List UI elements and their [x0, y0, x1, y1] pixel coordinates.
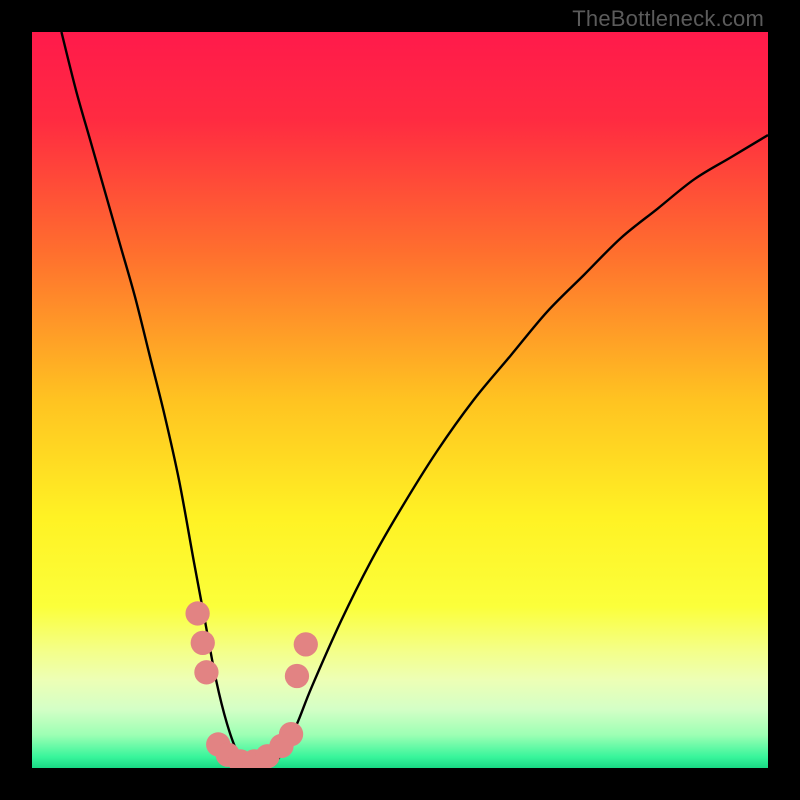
chart-svg: [32, 32, 768, 768]
marker-dot: [279, 722, 303, 746]
marker-dot: [294, 632, 318, 656]
chart-frame: TheBottleneck.com: [0, 0, 800, 800]
marker-dot: [194, 660, 218, 684]
marker-dot: [285, 664, 309, 688]
watermark-text: TheBottleneck.com: [572, 6, 764, 32]
marker-dot: [185, 601, 209, 625]
bottleneck-curve: [61, 32, 768, 768]
marker-dot: [191, 631, 215, 655]
plot-area: [32, 32, 768, 768]
